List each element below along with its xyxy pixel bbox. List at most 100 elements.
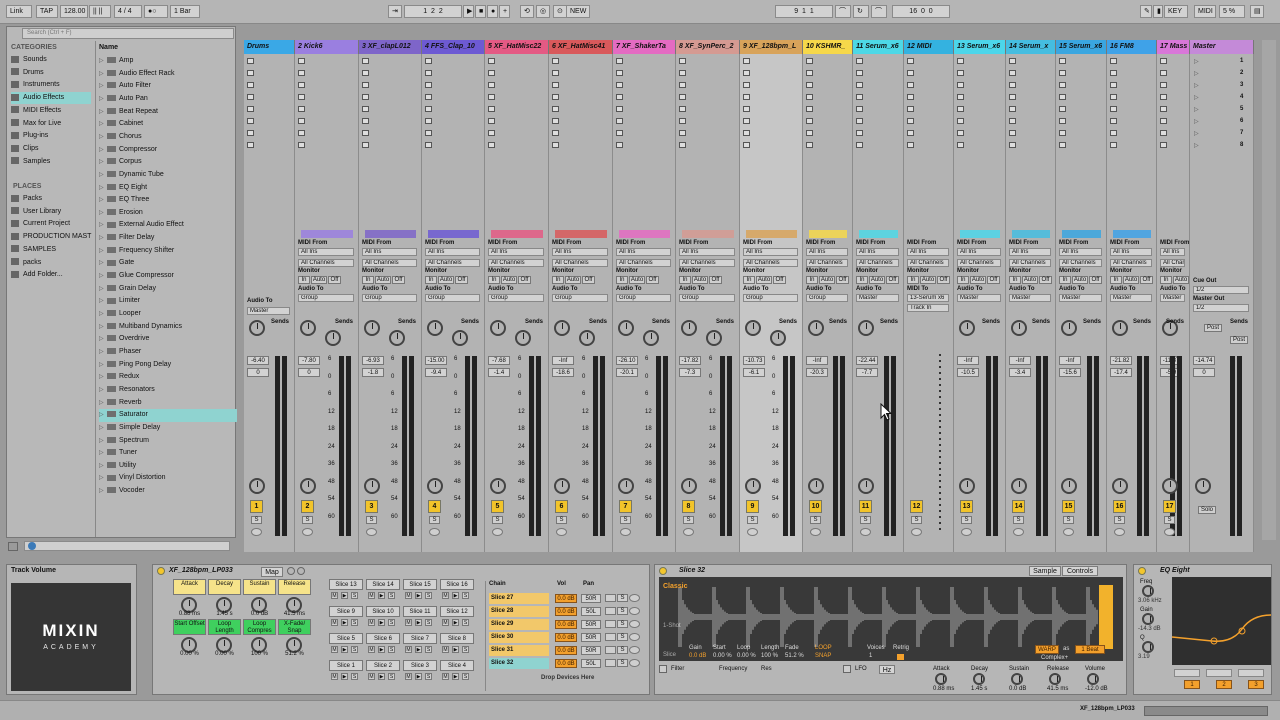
expand-arrow-icon[interactable]: ▷ — [99, 283, 107, 296]
monitor-auto-button[interactable]: Auto — [1072, 276, 1088, 284]
punch-in-icon[interactable]: ⌒ — [835, 5, 851, 18]
pan-value-field[interactable]: -3.4 — [1009, 368, 1031, 377]
place-item[interactable]: PRODUCTION MAST — [11, 231, 91, 243]
drum-pad[interactable]: Slice 14 — [366, 579, 400, 590]
output-route-select[interactable]: Group — [679, 294, 735, 302]
expand-arrow-icon[interactable]: ▷ — [99, 295, 107, 308]
expand-arrow-icon[interactable]: ▷ — [99, 422, 107, 435]
eq-band-filter-type[interactable] — [1238, 669, 1264, 677]
track-header[interactable]: 7 XF_ShakerTa — [613, 40, 676, 54]
master-pan-knob[interactable] — [1195, 478, 1211, 494]
input-channel-select[interactable]: All Channels — [806, 259, 848, 267]
chain-row[interactable]: Slice 31 — [489, 645, 549, 656]
clip-slot-button[interactable] — [1110, 58, 1117, 64]
category-clips[interactable]: Clips — [11, 143, 91, 155]
envelope-knob[interactable] — [935, 673, 947, 685]
input-type-select[interactable]: All Ins — [488, 248, 544, 256]
input-type-select[interactable]: All Ins — [298, 248, 354, 256]
clip-slot-button[interactable] — [907, 82, 914, 88]
category-midi-effects[interactable]: MIDI Effects — [11, 105, 91, 117]
expand-arrow-icon[interactable]: ▷ — [99, 397, 107, 410]
browser-item[interactable]: ▷ Phaser — [99, 346, 237, 359]
browser-item[interactable]: ▷ Compressor — [99, 144, 237, 157]
pad-solo-icon[interactable]: S — [425, 646, 432, 653]
envelope-knob[interactable] — [1087, 673, 1099, 685]
arm-button[interactable] — [556, 528, 567, 536]
output-route-select[interactable]: Master — [1009, 294, 1051, 302]
clip-slot-button[interactable] — [907, 70, 914, 76]
pad-play-icon[interactable]: ▶ — [415, 673, 422, 680]
monitor-auto-button[interactable]: Auto — [1173, 276, 1189, 284]
volume-value-field[interactable]: -6.93 — [362, 356, 384, 365]
pan-value-field[interactable]: -10.5 — [957, 368, 979, 377]
pad-mute-icon[interactable]: M — [442, 592, 449, 599]
solo-button[interactable]: S — [302, 516, 313, 524]
pad-play-icon[interactable]: ▶ — [415, 646, 422, 653]
clip-slot-button[interactable] — [806, 118, 813, 124]
output-route-select[interactable]: Group — [616, 294, 671, 302]
expand-arrow-icon[interactable]: ▷ — [99, 384, 107, 397]
pad-mute-icon[interactable]: M — [442, 673, 449, 680]
send-a-knob[interactable] — [808, 320, 824, 336]
arm-button[interactable] — [1013, 528, 1024, 536]
envelope-value[interactable]: 41.5 ms — [1047, 686, 1068, 692]
clip-slot-button[interactable] — [1059, 106, 1066, 112]
scene-launch-icon[interactable]: ▷ — [1194, 94, 1199, 101]
name-column-header[interactable]: Name — [99, 44, 118, 51]
clip-slot-button[interactable] — [856, 118, 863, 124]
input-channel-select[interactable]: All Channels — [1110, 259, 1152, 267]
send-b-knob[interactable] — [515, 330, 531, 346]
input-channel-select[interactable]: All Channels — [616, 259, 671, 267]
monitor-in-button[interactable]: In — [362, 276, 374, 284]
drum-pad[interactable]: Slice 7 — [403, 633, 437, 644]
track-header[interactable]: 3 XF_clapL012 — [359, 40, 422, 54]
pad-solo-icon[interactable]: S — [425, 673, 432, 680]
pan-value-field[interactable]: 0 — [298, 368, 320, 377]
clip-slot-button[interactable] — [679, 94, 686, 100]
send-a-knob[interactable] — [858, 320, 874, 336]
clip-slot-button[interactable] — [298, 130, 305, 136]
pan-value-field[interactable]: 0 — [247, 368, 269, 377]
quantize-menu[interactable]: 1 Bar — [170, 5, 200, 18]
solo-button[interactable]: S — [1164, 516, 1175, 524]
volume-value-field[interactable]: -15.00 — [425, 356, 447, 365]
monitor-auto-button[interactable]: Auto — [970, 276, 986, 284]
eq-band-number[interactable]: 1 — [1184, 680, 1200, 689]
arm-button[interactable] — [366, 528, 377, 536]
track-header[interactable]: 12 MIDI — [904, 40, 954, 54]
arm-button[interactable] — [683, 528, 694, 536]
category-instruments[interactable]: Instruments — [11, 79, 91, 91]
chain-activator[interactable] — [605, 659, 616, 667]
pan-knob[interactable] — [1061, 478, 1077, 494]
clip-slot-button[interactable] — [488, 130, 495, 136]
track-header[interactable]: Drums — [244, 40, 295, 54]
output-route-select[interactable]: Group — [298, 294, 354, 302]
expand-arrow-icon[interactable]: ▷ — [99, 156, 107, 169]
master-volume-field[interactable]: -14.74 — [1193, 356, 1215, 365]
browser-item[interactable]: ▷ Vinyl Distortion — [99, 472, 237, 485]
clip-slot-button[interactable] — [679, 142, 686, 148]
input-channel-select[interactable]: All Channels — [1160, 259, 1185, 267]
clip-slot-button[interactable] — [552, 70, 559, 76]
browser-item[interactable]: ▷ EQ Eight — [99, 182, 237, 195]
arm-button[interactable] — [961, 528, 972, 536]
browser-item[interactable]: ▷ Looper — [99, 308, 237, 321]
pad-solo-icon[interactable]: S — [388, 646, 395, 653]
browser-item[interactable]: ▷ Saturator — [99, 409, 237, 422]
input-type-select[interactable]: All Ins — [743, 248, 798, 256]
clip-slot-button[interactable] — [806, 142, 813, 148]
clip-slot-button[interactable] — [907, 106, 914, 112]
eq-param-knob[interactable] — [1142, 585, 1154, 597]
clip-slot-button[interactable] — [247, 58, 254, 64]
pad-play-icon[interactable]: ▶ — [452, 646, 459, 653]
expand-arrow-icon[interactable]: ▷ — [99, 144, 107, 157]
macro-label[interactable]: Loop Length — [208, 619, 241, 635]
input-channel-select[interactable]: All Channels — [425, 259, 480, 267]
input-channel-select[interactable]: All Channels — [362, 259, 417, 267]
search-input[interactable]: Search (Ctrl + F) — [22, 28, 234, 39]
solo-button[interactable]: S — [492, 516, 503, 524]
drum-pad[interactable]: Slice 13 — [329, 579, 363, 590]
simpler-param-value[interactable]: 51.2 % — [785, 653, 804, 659]
category-drums[interactable]: Drums — [11, 67, 91, 79]
monitor-auto-button[interactable]: Auto — [819, 276, 835, 284]
